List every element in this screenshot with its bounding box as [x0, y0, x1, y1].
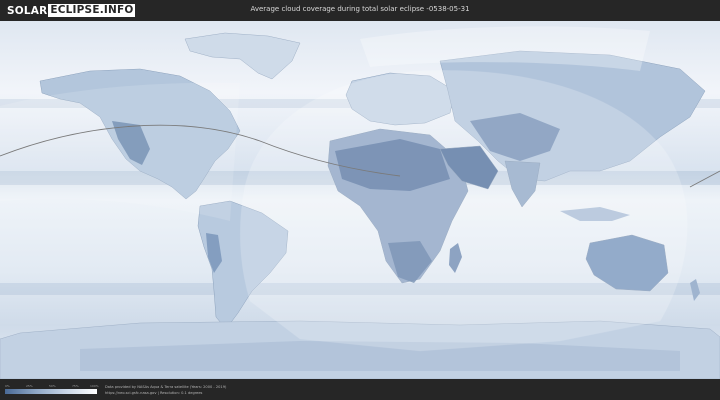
legend-tick-75: 75% [72, 384, 79, 388]
header-bar: SOLAR ECLIPSE.INFO Average cloud coverag… [0, 0, 720, 21]
page-title: Average cloud coverage during total sola… [250, 5, 470, 13]
data-source-link[interactable]: https://neo.sci.gsfc.nasa.gov | Resoluti… [105, 391, 202, 395]
legend-tick-25: 25% [26, 384, 33, 388]
eclipse-visibility-region [239, 70, 688, 352]
cloud-coverage-map [0, 21, 720, 379]
legend-tick-0: 0% [5, 384, 10, 388]
legend-tick-100: 100% [90, 384, 99, 388]
data-credit: Data provided by NASAs Aqua & Terra sate… [105, 385, 227, 389]
legend-tick-50: 50% [49, 384, 56, 388]
cloud-legend-bar [5, 389, 97, 394]
footer-bar: 0% 25% 50% 75% 100% Data provided by NAS… [0, 379, 720, 400]
